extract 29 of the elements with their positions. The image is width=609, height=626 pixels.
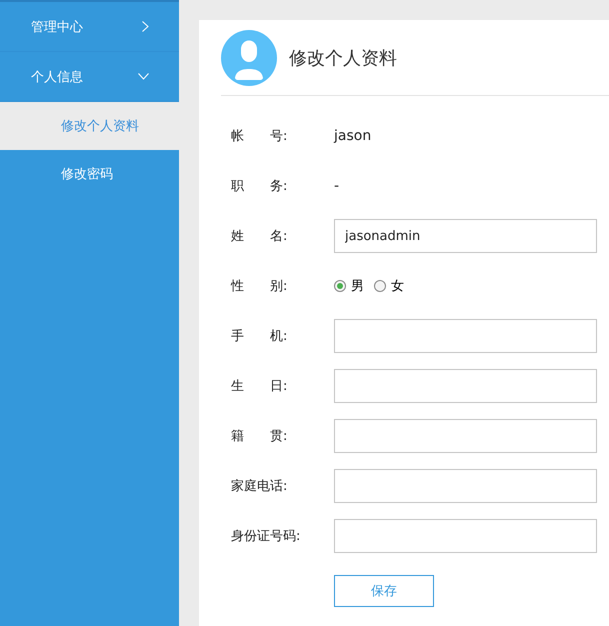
- sidebar-subitem[interactable]: 修改个人资料: [0, 102, 179, 150]
- save-button[interactable]: 保存: [334, 575, 434, 607]
- input-field[interactable]: [334, 419, 597, 453]
- field-label: 姓 名:: [231, 228, 288, 245]
- radio-button[interactable]: [334, 280, 346, 292]
- input-field[interactable]: jasonadmin: [334, 219, 597, 253]
- input-field[interactable]: [334, 319, 597, 353]
- page-title: 修改个人资料: [289, 47, 397, 70]
- chevron-right-icon: [142, 21, 149, 32]
- sidebar-item[interactable]: 管理中心: [0, 2, 179, 52]
- radio-button[interactable]: [374, 280, 386, 292]
- field-label: 籍 贯:: [231, 428, 288, 445]
- input-field[interactable]: [334, 469, 597, 503]
- radio-label: 女: [391, 278, 404, 295]
- input-field[interactable]: [334, 519, 597, 553]
- field-label: 家庭电话:: [231, 478, 288, 495]
- avatar-icon: [221, 30, 277, 86]
- chevron-down-icon: [138, 73, 149, 80]
- radio-label: 男: [351, 278, 364, 295]
- field-value: -: [334, 178, 340, 194]
- sidebar-subitem[interactable]: 修改密码: [0, 150, 179, 198]
- field-label: 生 日:: [231, 378, 288, 395]
- field-label: 性 别:: [231, 278, 288, 295]
- field-label: 身份证号码:: [231, 528, 302, 545]
- field-label: 手 机:: [231, 328, 288, 345]
- field-label: 帐 号:: [231, 128, 288, 145]
- field-value: jason: [334, 128, 372, 144]
- input-field[interactable]: [334, 369, 597, 403]
- field-label: 职 务:: [231, 178, 288, 195]
